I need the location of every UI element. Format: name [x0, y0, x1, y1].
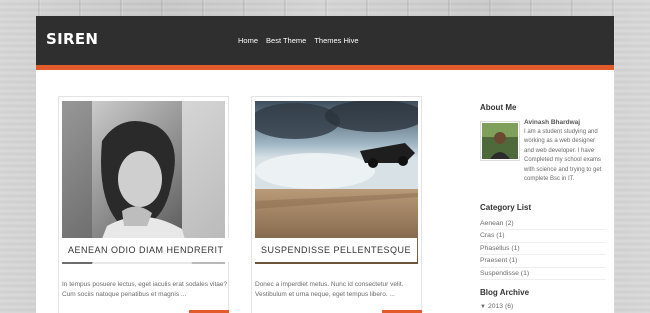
avatar	[480, 121, 520, 161]
post-title[interactable]: AENEAN ODIO DIAM HENDRERIT	[62, 238, 230, 262]
author-name: Avinash Bhardwaj	[524, 119, 581, 126]
page-wrapper: SIREN Home Best Theme Themes Hive AENEAN…	[36, 16, 614, 313]
nav-item-themes-hive[interactable]: Themes Hive	[314, 36, 358, 45]
archive-widget-title: Blog Archive	[480, 288, 530, 297]
category-list: Aenean (2) Cras (1) Phasellus (1) Praese…	[480, 218, 606, 280]
post-title[interactable]: SUSPENDISSE PELLENTESQUE	[255, 238, 418, 262]
archive-year-label[interactable]: 2013 (6)	[488, 303, 513, 310]
post-card: AENEAN ODIO DIAM HENDRERIT In tempus pos…	[58, 96, 230, 313]
about-widget: Avinash Bhardwaj I am a student studying…	[480, 118, 606, 185]
category-item[interactable]: Cras (1)	[480, 230, 606, 243]
category-item[interactable]: Praesent (1)	[480, 255, 606, 268]
author-bio: I am a student studying and working as a…	[524, 128, 602, 183]
about-widget-title: About Me	[480, 103, 517, 112]
archive-year-item[interactable]: ▼ 2013 (6)	[480, 303, 606, 310]
sidebar: About Me Avinash Bhardwaj I am a student…	[480, 103, 606, 310]
post-excerpt: In tempus posuere lectus, eget iaculis e…	[62, 281, 228, 298]
main-nav: Home Best Theme Themes Hive	[238, 36, 359, 45]
category-widget-title: Category List	[480, 202, 532, 212]
site-header: SIREN Home Best Theme Themes Hive	[36, 16, 614, 65]
category-item[interactable]: Suspendisse (1)	[480, 268, 606, 280]
category-item[interactable]: Aenean (2)	[480, 218, 606, 230]
post-card: SUSPENDISSE PELLENTESQUE Donec a imperdi…	[251, 96, 422, 313]
category-item[interactable]: Phasellus (1)	[480, 243, 606, 255]
main-content: AENEAN ODIO DIAM HENDRERIT In tempus pos…	[36, 70, 614, 313]
site-logo[interactable]: SIREN	[46, 30, 98, 48]
nav-item-best-theme[interactable]: Best Theme	[266, 36, 306, 45]
triangle-down-icon[interactable]: ▼	[480, 304, 486, 310]
nav-item-home[interactable]: Home	[238, 36, 258, 45]
post-excerpt: Donec a imperdiet metus. Nunc id consect…	[255, 281, 404, 298]
